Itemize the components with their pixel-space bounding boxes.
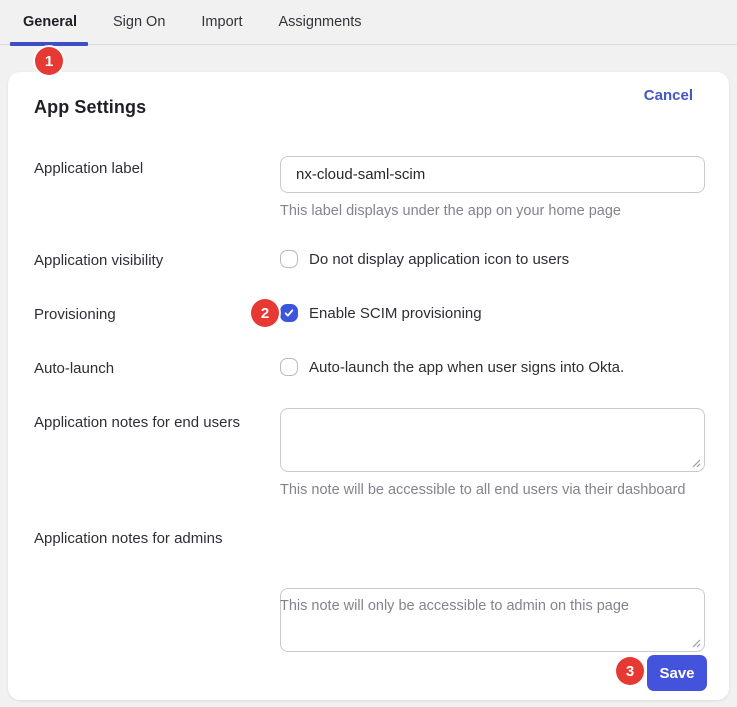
application-visibility-checkbox-label: Do not display application icon to users [309,251,569,268]
app-settings-card: App Settings Cancel Application label Th… [8,72,729,700]
provisioning-checkbox-row[interactable]: Enable SCIM provisioning [280,304,482,322]
notes-end-users-helper-text: This note will be accessible to all end … [280,482,685,498]
tab-assignments[interactable]: Assignments [279,0,362,44]
provisioning-checkbox[interactable] [280,304,298,322]
application-visibility-checkbox[interactable] [280,250,298,268]
notes-admins-helper-text: This note will only be accessible to adm… [280,598,629,614]
page-title: App Settings [34,97,146,118]
cancel-button[interactable]: Cancel [644,87,693,104]
check-icon [283,307,295,319]
notes-end-users-field-wrap [280,408,705,472]
step-3-badge: 3 [616,657,644,685]
tab-bar: General Sign On Import Assignments [0,0,737,45]
auto-launch-checkbox[interactable] [280,358,298,376]
application-label-field-wrap [280,156,705,193]
step-2-badge: 2 [251,299,279,327]
application-label-helper-text: This label displays under the app on you… [280,203,621,219]
step-1-badge: 1 [35,47,63,75]
tab-general[interactable]: General [23,0,77,44]
application-label-input[interactable] [280,156,705,193]
auto-launch-checkbox-label: Auto-launch the app when user signs into… [309,359,624,376]
auto-launch-field-label: Auto-launch [34,360,114,377]
tab-sign-on[interactable]: Sign On [113,0,165,44]
notes-end-users-field-label: Application notes for end users [34,414,240,431]
application-visibility-checkbox-row[interactable]: Do not display application icon to users [280,250,569,268]
application-visibility-field-label: Application visibility [34,252,163,269]
tab-import[interactable]: Import [201,0,242,44]
save-button[interactable]: Save [647,655,707,691]
notes-admins-field-label: Application notes for admins [34,530,222,547]
notes-end-users-textarea[interactable] [280,408,705,472]
application-label-field-label: Application label [34,160,143,177]
auto-launch-checkbox-row[interactable]: Auto-launch the app when user signs into… [280,358,624,376]
provisioning-checkbox-label: Enable SCIM provisioning [309,305,482,322]
provisioning-field-label: Provisioning [34,306,116,323]
